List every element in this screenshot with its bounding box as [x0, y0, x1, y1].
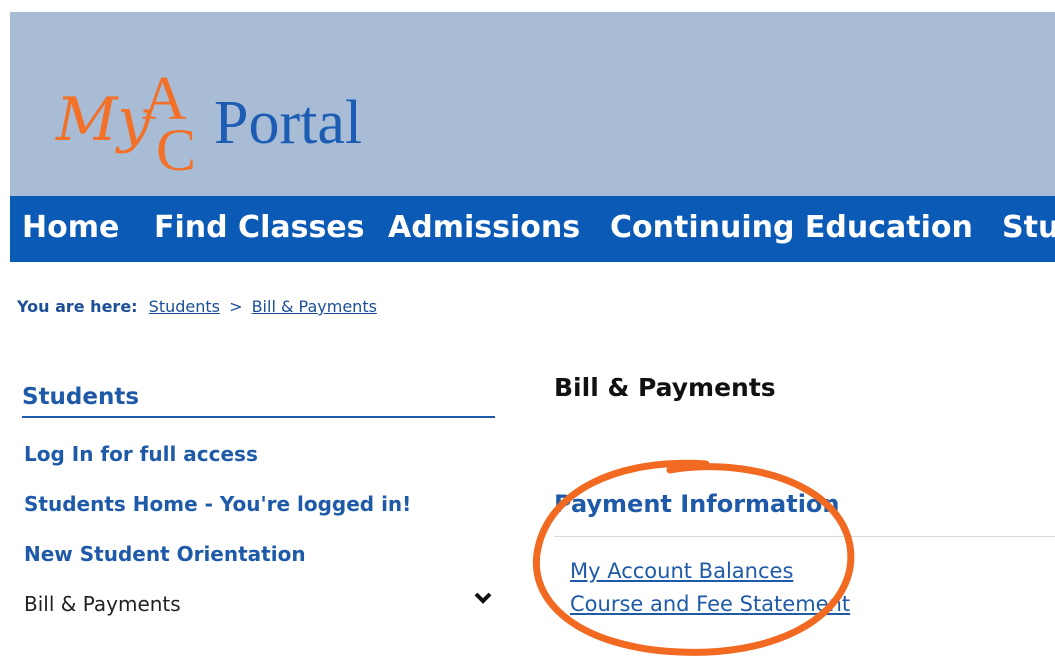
nav-admissions[interactable]: Admissions — [388, 210, 580, 246]
nav-home[interactable]: Home — [22, 210, 119, 246]
sidebar-item-bill-payments[interactable]: Bill & Payments — [24, 592, 181, 616]
annotation-circle — [533, 459, 855, 656]
page-title: Bill & Payments — [554, 373, 776, 402]
my-account-balances-link[interactable]: My Account Balances — [570, 559, 793, 583]
main-nav: Home Find Classes Admissions Continuing … — [10, 196, 1055, 262]
myac-portal-logo[interactable]: My A C Portal — [46, 68, 386, 183]
nav-students[interactable]: Stu — [1002, 210, 1055, 246]
logo-portal-text: Portal — [214, 89, 363, 157]
breadcrumb-separator: > — [229, 297, 243, 316]
section-divider — [554, 536, 1055, 537]
breadcrumb-bill-payments-link[interactable]: Bill & Payments — [252, 297, 377, 316]
breadcrumb-label: You are here: — [17, 297, 138, 316]
nav-continuing-education[interactable]: Continuing Education — [610, 210, 973, 246]
chevron-down-icon[interactable] — [474, 592, 492, 606]
sidebar-item-log-in[interactable]: Log In for full access — [24, 442, 258, 466]
sidebar-item-new-student-orientation[interactable]: New Student Orientation — [24, 542, 306, 566]
logo-c-text: C — [156, 117, 197, 183]
sidebar-title[interactable]: Students — [22, 384, 495, 418]
sidebar-item-students-home[interactable]: Students Home - You're logged in! — [24, 492, 411, 516]
section-title-payment-information: Payment Information — [554, 490, 840, 518]
breadcrumb: You are here: Students > Bill & Payments — [17, 297, 377, 316]
nav-find-classes[interactable]: Find Classes — [154, 210, 365, 246]
course-fee-statement-link[interactable]: Course and Fee Statement — [570, 592, 850, 616]
logo-my-text: My — [56, 85, 152, 155]
header-band: My A C Portal — [10, 12, 1055, 196]
breadcrumb-students-link[interactable]: Students — [149, 297, 220, 316]
